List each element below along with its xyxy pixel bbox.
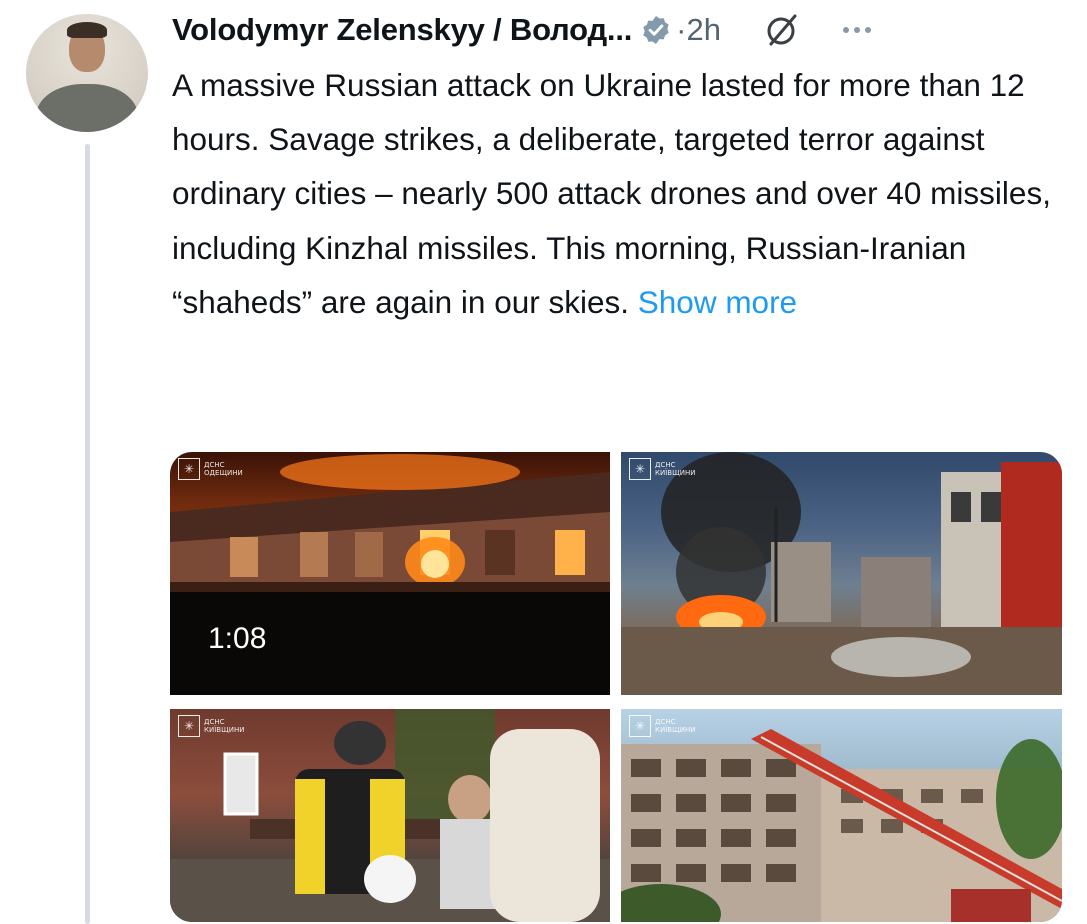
author-avatar[interactable] <box>26 14 148 132</box>
damaged-apartment-graphic <box>621 729 1062 922</box>
media-image-damaged-apartment[interactable]: ✳ ДСНС КИЇВЩИНИ <box>621 709 1062 922</box>
avatar-hair <box>67 22 107 38</box>
image-watermark: ✳ ДСНС КИЇВЩИНИ <box>629 715 695 737</box>
media-grid: ✳ ДСНС ОДЕЩИНИ 1:08 ✳ ДСНС КИЇВЩИНИ ✳ ДС… <box>170 452 1062 922</box>
post-timestamp[interactable]: 2h <box>687 12 721 48</box>
show-more-link[interactable]: Show more <box>638 284 797 320</box>
post-text: A massive Russian attack on Ukraine last… <box>172 58 1072 329</box>
video-duration: 1:08 <box>208 622 267 655</box>
thread-line <box>85 144 90 924</box>
avatar-shirt <box>36 84 138 132</box>
image-watermark: ✳ ДСНС КИЇВЩИНИ <box>629 458 695 480</box>
separator-dot: · <box>676 12 687 47</box>
post-header: Volodymyr Zelenskyy / Волод... · 2h <box>172 8 1067 52</box>
emblem-icon: ✳ <box>629 458 651 480</box>
verified-badge-icon <box>643 16 669 44</box>
emblem-icon: ✳ <box>178 715 200 737</box>
smoke-fire-graphic <box>621 452 1062 695</box>
burning-building-graphic <box>170 454 610 695</box>
more-options-icon[interactable] <box>841 24 873 36</box>
rescuers-graphic <box>170 709 610 922</box>
author-name[interactable]: Volodymyr Zelenskyy / Волод... <box>172 12 632 48</box>
image-watermark: ✳ ДСНС КИЇВЩИНИ <box>178 715 244 737</box>
slash-circle-icon[interactable] <box>763 12 803 48</box>
video-watermark: ✳ ДСНС ОДЕЩИНИ <box>178 458 243 480</box>
media-video-burning-building[interactable]: ✳ ДСНС ОДЕЩИНИ 1:08 <box>170 452 610 695</box>
media-image-rescuers[interactable]: ✳ ДСНС КИЇВЩИНИ <box>170 709 610 922</box>
emblem-icon: ✳ <box>629 715 651 737</box>
emblem-icon: ✳ <box>178 458 200 480</box>
post-body: A massive Russian attack on Ukraine last… <box>172 67 1051 320</box>
media-image-smoke-fire[interactable]: ✳ ДСНС КИЇВЩИНИ <box>621 452 1062 695</box>
